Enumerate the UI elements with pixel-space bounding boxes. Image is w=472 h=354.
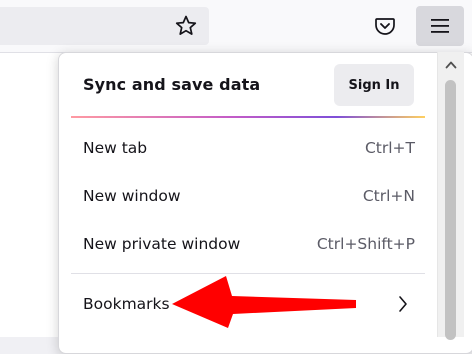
sync-header: Sync and save data Sign In [59, 53, 429, 117]
menu-item-label: New window [83, 187, 181, 205]
red-arrow-annotation [172, 276, 356, 328]
menu-scrollbar[interactable] [437, 52, 464, 340]
chevron-up-icon [445, 61, 457, 69]
scroll-up-button[interactable] [438, 52, 464, 78]
menu-item-new-private-window[interactable]: New private window Ctrl+Shift+P [71, 221, 425, 267]
browser-toolbar [0, 0, 472, 53]
header-separator [71, 116, 425, 118]
bookmark-star-button[interactable] [166, 8, 206, 44]
scrollbar-thumb[interactable] [445, 80, 456, 340]
pocket-icon [375, 18, 395, 35]
pocket-button[interactable] [366, 8, 404, 44]
menu-item-label: New private window [83, 235, 241, 253]
menu-item-label: New tab [83, 139, 148, 157]
chevron-right-icon [397, 295, 425, 313]
hamburger-menu-icon [431, 19, 449, 33]
menu-item-label: Bookmarks [83, 295, 170, 313]
menu-item-new-window[interactable]: New window Ctrl+N [71, 173, 425, 219]
sync-title: Sync and save data [83, 75, 261, 94]
star-icon [175, 15, 197, 35]
sign-in-button[interactable]: Sign In [334, 64, 414, 106]
menu-item-shortcut: Ctrl+N [362, 187, 415, 205]
open-application-menu-button[interactable] [416, 6, 464, 46]
menu-item-new-tab[interactable]: New tab Ctrl+T [71, 125, 425, 171]
menu-item-shortcut: Ctrl+T [364, 139, 415, 157]
menu-item-shortcut: Ctrl+Shift+P [316, 235, 415, 253]
